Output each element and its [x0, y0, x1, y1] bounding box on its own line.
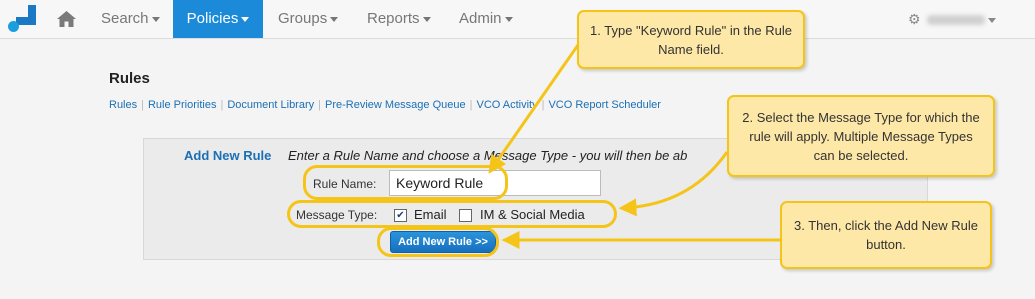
username-redacted	[926, 15, 985, 26]
link-vco-report-scheduler[interactable]: VCO Report Scheduler	[548, 99, 661, 111]
link-pre-review-queue[interactable]: Pre-Review Message Queue	[325, 99, 466, 111]
page-title: Rules	[109, 70, 150, 87]
chevron-down-icon	[422, 16, 431, 22]
user-menu[interactable]: ⚙	[908, 0, 996, 38]
link-rules[interactable]: Rules	[109, 99, 137, 111]
callout-step-1: 1. Type "Keyword Rule" in the Rule Name …	[577, 10, 805, 69]
highlight-add-button	[377, 227, 499, 257]
nav-admin[interactable]: Admin	[459, 0, 513, 38]
highlight-rule-name	[303, 165, 508, 200]
sub-nav-links: Rules | Rule Priorities | Document Library | P…	[109, 99, 661, 111]
link-vco-activity[interactable]: VCO Activity	[476, 99, 537, 111]
nav-search[interactable]: Search	[101, 0, 160, 38]
logo-icon[interactable]	[8, 5, 36, 33]
form-instructions: Enter a Rule Name and choose a Message T…	[288, 148, 688, 163]
chevron-down-icon	[151, 16, 160, 22]
highlight-message-type	[287, 200, 617, 228]
gear-icon: ⚙	[908, 11, 921, 27]
nav-policies[interactable]: Policies	[173, 0, 263, 38]
chevron-down-icon	[987, 17, 996, 23]
nav-reports[interactable]: Reports	[367, 0, 431, 38]
callout-step-2: 2. Select the Message Type for which the…	[727, 95, 995, 177]
chevron-down-icon	[330, 16, 339, 22]
home-icon[interactable]	[52, 0, 80, 38]
link-rule-priorities[interactable]: Rule Priorities	[148, 99, 216, 111]
chevron-down-icon	[504, 16, 513, 22]
link-document-library[interactable]: Document Library	[227, 99, 314, 111]
nav-groups[interactable]: Groups	[278, 0, 339, 38]
chevron-down-icon	[241, 16, 250, 22]
callout-step-3: 3. Then, click the Add New Rule button.	[780, 201, 992, 269]
top-nav-bar: Search Policies Groups Reports Admin ⚙	[0, 0, 1035, 39]
add-rule-heading: Add New Rule	[184, 148, 272, 163]
